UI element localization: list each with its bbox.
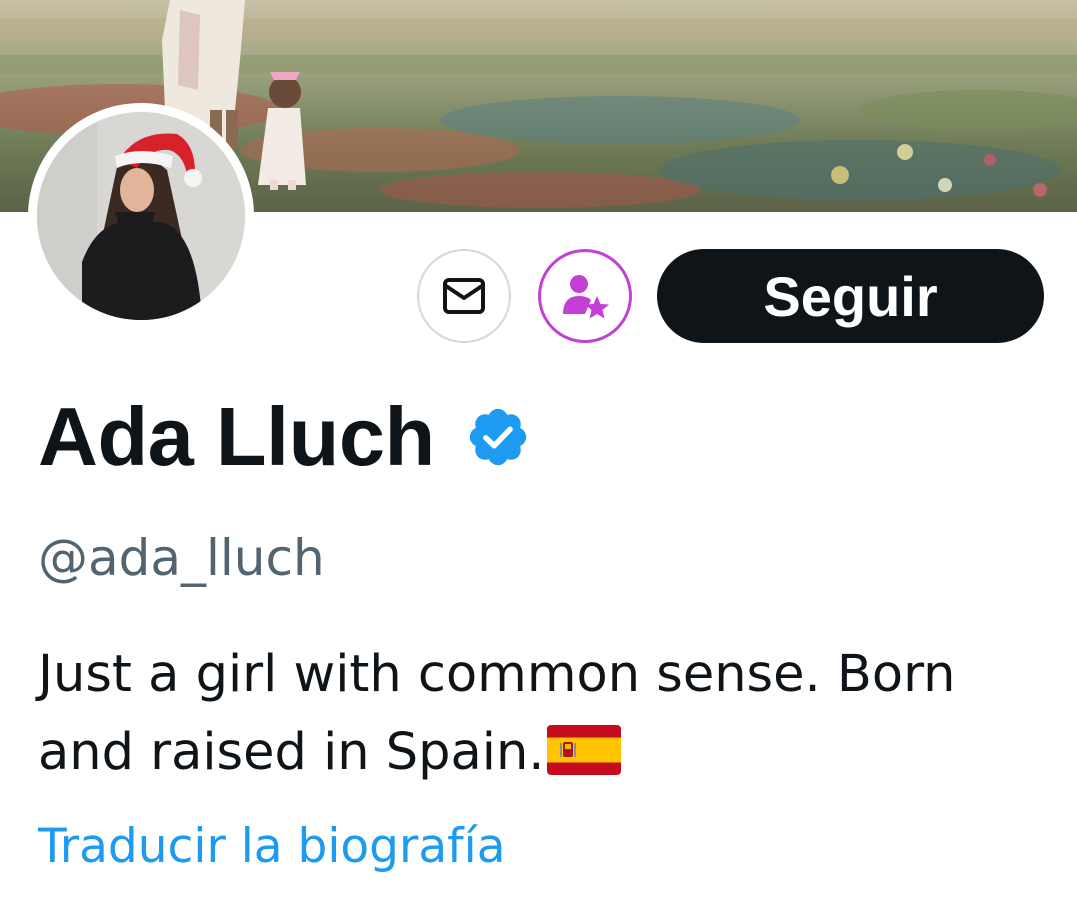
profile-bio: Just a girl with common sense. Born and … xyxy=(38,636,1048,792)
name-row: Ada Lluch xyxy=(38,392,531,482)
message-button[interactable] xyxy=(417,249,511,343)
follow-button[interactable]: Seguir xyxy=(657,249,1044,343)
spain-flag-icon xyxy=(546,725,621,775)
display-name: Ada Lluch xyxy=(38,390,435,483)
person-star-icon xyxy=(563,275,609,319)
envelope-icon xyxy=(443,278,485,314)
profile-avatar[interactable] xyxy=(28,103,254,329)
avatar-photo xyxy=(37,112,245,320)
subscribe-button[interactable] xyxy=(538,249,632,343)
user-handle: @ada_lluch xyxy=(38,529,325,587)
bio-text: Just a girl with common sense. Born and … xyxy=(38,645,956,782)
translate-bio-link[interactable]: Traducir la biografía xyxy=(38,814,506,880)
verified-badge-icon[interactable] xyxy=(465,404,531,470)
